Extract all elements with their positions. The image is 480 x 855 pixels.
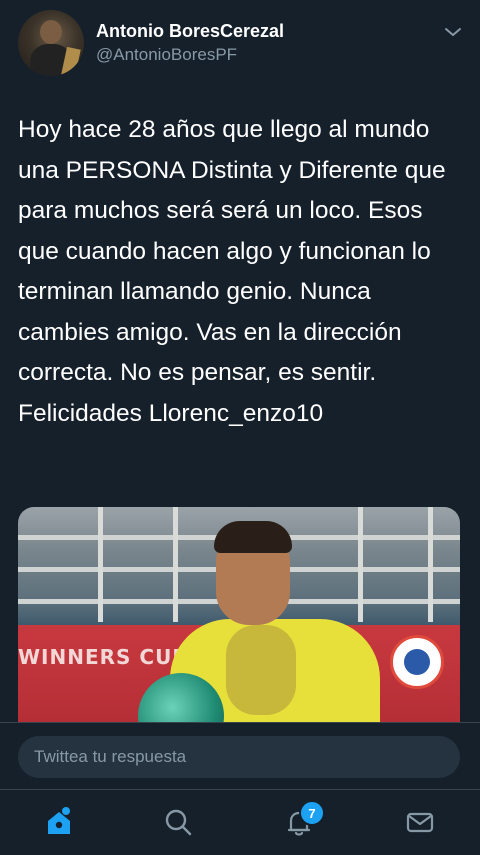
search-icon — [165, 809, 192, 836]
reply-bar — [0, 723, 480, 788]
tweet-text: Hoy hace 28 años que llego al mundo una … — [18, 116, 446, 427]
tab-messages[interactable] — [402, 804, 438, 840]
tab-search[interactable] — [160, 804, 196, 840]
chevron-down-icon[interactable] — [441, 20, 465, 44]
messages-icon — [406, 812, 434, 833]
tweet-media-image[interactable]: WINNERS CUP–AL — [18, 507, 460, 722]
home-icon — [48, 807, 70, 834]
tab-notifications[interactable]: 7 — [281, 800, 325, 840]
reply-input[interactable] — [18, 736, 460, 778]
notifications-badge: 7 — [299, 800, 325, 826]
tournament-logo — [390, 635, 444, 689]
author-avatar[interactable] — [18, 10, 84, 76]
bottom-tab-bar: 7 — [0, 789, 480, 855]
tweet-header: Antonio BoresCerezal @AntonioBoresPF — [0, 0, 480, 90]
tab-home[interactable] — [41, 804, 77, 840]
author-name[interactable]: Antonio BoresCerezal — [96, 21, 284, 42]
author-handle[interactable]: @AntonioBoresPF — [96, 45, 237, 65]
